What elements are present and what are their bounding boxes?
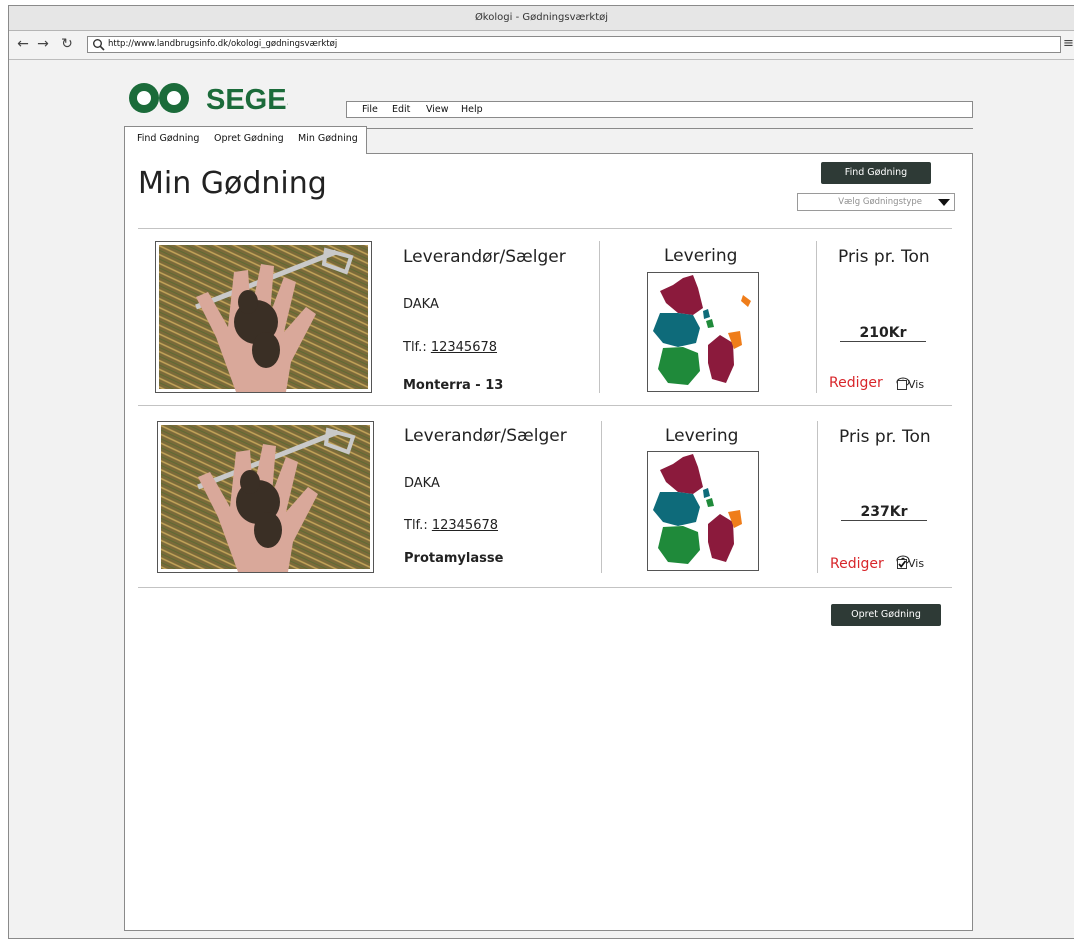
delivery-heading: Levering <box>664 246 738 266</box>
tab-opret-godning[interactable]: Opret Gødning <box>214 129 284 153</box>
price-value: 237Kr <box>841 504 927 521</box>
visibility-checkbox-checked[interactable] <box>897 559 907 569</box>
supplier-name: DAKA <box>404 476 440 491</box>
menu-help[interactable]: Help <box>461 102 483 117</box>
url-text: http://www.landbrugsinfo.dk/okologi_gødn… <box>108 39 338 49</box>
phone-field: Tlf.: 12345678 <box>404 518 498 533</box>
price-heading: Pris pr. Ton <box>839 427 931 447</box>
dropdown-arrow-icon <box>938 199 950 206</box>
denmark-map-icon <box>653 454 742 564</box>
edit-link[interactable]: Rediger <box>829 375 883 391</box>
menu-view[interactable]: View <box>426 102 449 117</box>
visibility-checkbox[interactable] <box>897 380 907 390</box>
denmark-delivery-map <box>647 451 759 571</box>
product-name: Protamylasse <box>404 551 504 566</box>
svg-text:SEGES: SEGES <box>206 84 288 116</box>
supplier-name: DAKA <box>403 297 439 312</box>
vis-label: Vis <box>908 557 925 570</box>
page-title: Min Gødning <box>138 166 327 201</box>
phone-number[interactable]: 12345678 <box>432 518 498 533</box>
price-value: 210Kr <box>840 325 926 342</box>
row-divider <box>138 587 952 588</box>
listing-photo <box>155 241 372 393</box>
edit-link[interactable]: Rediger <box>830 556 884 572</box>
column-divider <box>599 241 600 393</box>
supplier-heading: Leverandør/Sælger <box>404 426 567 446</box>
vis-label: Vis <box>908 378 925 391</box>
phone-number[interactable]: 12345678 <box>431 340 497 355</box>
menu-edit[interactable]: Edit <box>392 102 410 117</box>
fertilizer-hand-image <box>159 245 368 392</box>
product-name: Monterra - 13 <box>403 378 504 393</box>
menu-file[interactable]: File <box>362 102 378 117</box>
row-divider <box>138 228 952 229</box>
find-godning-button[interactable]: Find Gødning <box>821 162 931 184</box>
select-placeholder: Vælg Gødningstype <box>838 197 922 207</box>
row-divider <box>138 405 952 406</box>
denmark-map-icon <box>653 275 751 385</box>
fertilizer-hand-image <box>161 425 370 572</box>
tab-find-godning[interactable]: Find Gødning <box>137 129 199 153</box>
price-heading: Pris pr. Ton <box>838 247 930 267</box>
column-divider <box>601 421 602 573</box>
search-icon <box>93 39 105 51</box>
back-arrow-icon[interactable]: ← <box>16 34 30 54</box>
column-divider <box>817 421 818 573</box>
column-divider <box>816 241 817 393</box>
phone-label: Tlf.: <box>403 340 427 355</box>
delivery-heading: Levering <box>665 426 739 446</box>
checkmark-icon <box>898 560 907 568</box>
window-title: Økologi - Gødningsværktøj <box>9 6 1074 31</box>
phone-field: Tlf.: 12345678 <box>403 340 497 355</box>
seges-logo: SEGES <box>128 78 306 120</box>
denmark-delivery-map <box>647 272 759 392</box>
listing-photo <box>157 421 374 573</box>
forward-arrow-icon[interactable]: → <box>36 34 50 54</box>
opret-godning-button[interactable]: Opret Gødning <box>831 604 941 626</box>
phone-label: Tlf.: <box>404 518 428 533</box>
hamburger-menu-icon[interactable]: ≡ <box>1063 36 1074 52</box>
godningstype-select[interactable]: Vælg Gødningstype <box>797 193 955 211</box>
tab-min-godning[interactable]: Min Gødning <box>298 129 358 153</box>
address-bar[interactable]: http://www.landbrugsinfo.dk/okologi_gødn… <box>87 36 1061 53</box>
reload-icon[interactable]: ↻ <box>60 34 74 54</box>
supplier-heading: Leverandør/Sælger <box>403 247 566 267</box>
logo-emblem: SEGES <box>129 83 306 116</box>
